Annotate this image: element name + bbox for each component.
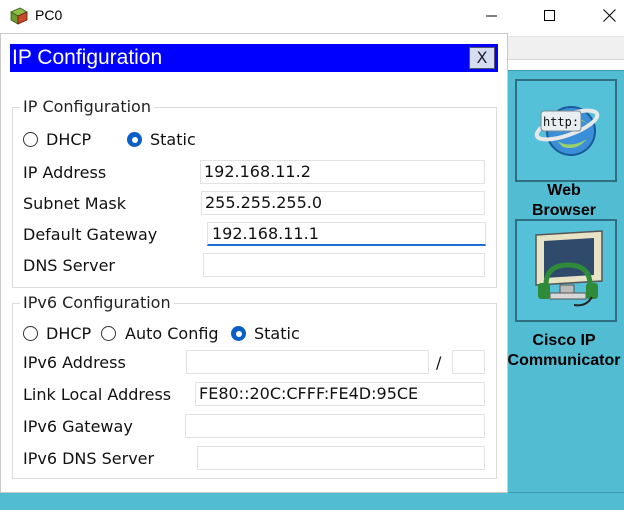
minimize-button[interactable]	[469, 0, 515, 32]
window-titlebar: PC0	[0, 0, 624, 32]
ipv6-auto-config-radio[interactable]	[101, 326, 116, 341]
default-gateway-field[interactable]: 192.168.11.1	[207, 222, 486, 246]
ipv4-dhcp-label: DHCP	[46, 130, 92, 149]
ipv6-address-field[interactable]	[186, 350, 429, 374]
cisco-ip-communicator-tile[interactable]	[515, 219, 617, 322]
background-tab-strip	[507, 36, 624, 60]
link-local-address-label: Link Local Address	[23, 385, 172, 404]
ipv6-dhcp-radio[interactable]	[23, 326, 38, 341]
ipv6-gateway-field[interactable]	[185, 414, 485, 438]
default-gateway-label: Default Gateway	[23, 225, 158, 244]
window-close-button[interactable]	[586, 0, 624, 32]
ipv6-dns-server-label: IPv6 DNS Server	[23, 449, 155, 468]
ipv4-static-radio[interactable]	[127, 132, 142, 147]
cisco-ip-communicator-icon	[526, 227, 610, 317]
web-browser-icon: http:	[527, 89, 607, 173]
dialog-close-button[interactable]: X	[469, 47, 495, 69]
ipv4-group-label: IP Configuration	[20, 97, 154, 116]
cisco-ip-communicator-label-line1: Cisco IP	[532, 332, 596, 349]
dialog-title: IP Configuration	[12, 46, 163, 69]
ipv6-static-label: Static	[254, 324, 300, 343]
prefix-separator: /	[436, 353, 442, 372]
ipv6-gateway-label: IPv6 Gateway	[23, 417, 133, 436]
link-local-address-field[interactable]: FE80::20C:CFFF:FE4D:95CE	[195, 382, 485, 406]
minimize-icon	[486, 7, 498, 26]
ipv6-dns-server-field[interactable]	[197, 446, 485, 470]
ipv4-dhcp-radio[interactable]	[23, 132, 38, 147]
ipv6-address-label: IPv6 Address	[23, 353, 126, 372]
cisco-ip-communicator-label-line2: Communicator	[507, 352, 621, 369]
dns-server-label: DNS Server	[23, 256, 115, 275]
web-browser-tile[interactable]: http:	[515, 79, 617, 182]
window-title: PC0	[35, 7, 63, 23]
web-browser-label-line1: Web	[547, 182, 581, 199]
http-badge-text: http:	[543, 115, 579, 129]
ip-address-field[interactable]: 192.168.11.2	[200, 160, 485, 184]
packet-tracer-pc-icon	[9, 6, 29, 26]
subnet-mask-label: Subnet Mask	[23, 194, 127, 213]
ipv6-group-label: IPv6 Configuration	[20, 293, 174, 312]
desktop-bottom-area	[0, 492, 624, 510]
dns-server-field[interactable]	[203, 253, 485, 277]
close-icon	[602, 7, 616, 26]
ip-address-label: IP Address	[23, 163, 107, 182]
ipv6-prefix-length-field[interactable]	[452, 350, 485, 374]
ipv6-auto-config-label: Auto Config	[125, 324, 219, 343]
web-browser-label-line2: Browser	[531, 202, 597, 218]
ipv6-static-radio[interactable]	[231, 326, 246, 341]
maximize-button[interactable]	[527, 0, 573, 32]
maximize-icon	[544, 7, 556, 26]
ipv4-static-label: Static	[150, 130, 196, 149]
subnet-mask-field[interactable]: 255.255.255.0	[201, 191, 485, 215]
ipv6-dhcp-label: DHCP	[46, 324, 92, 343]
